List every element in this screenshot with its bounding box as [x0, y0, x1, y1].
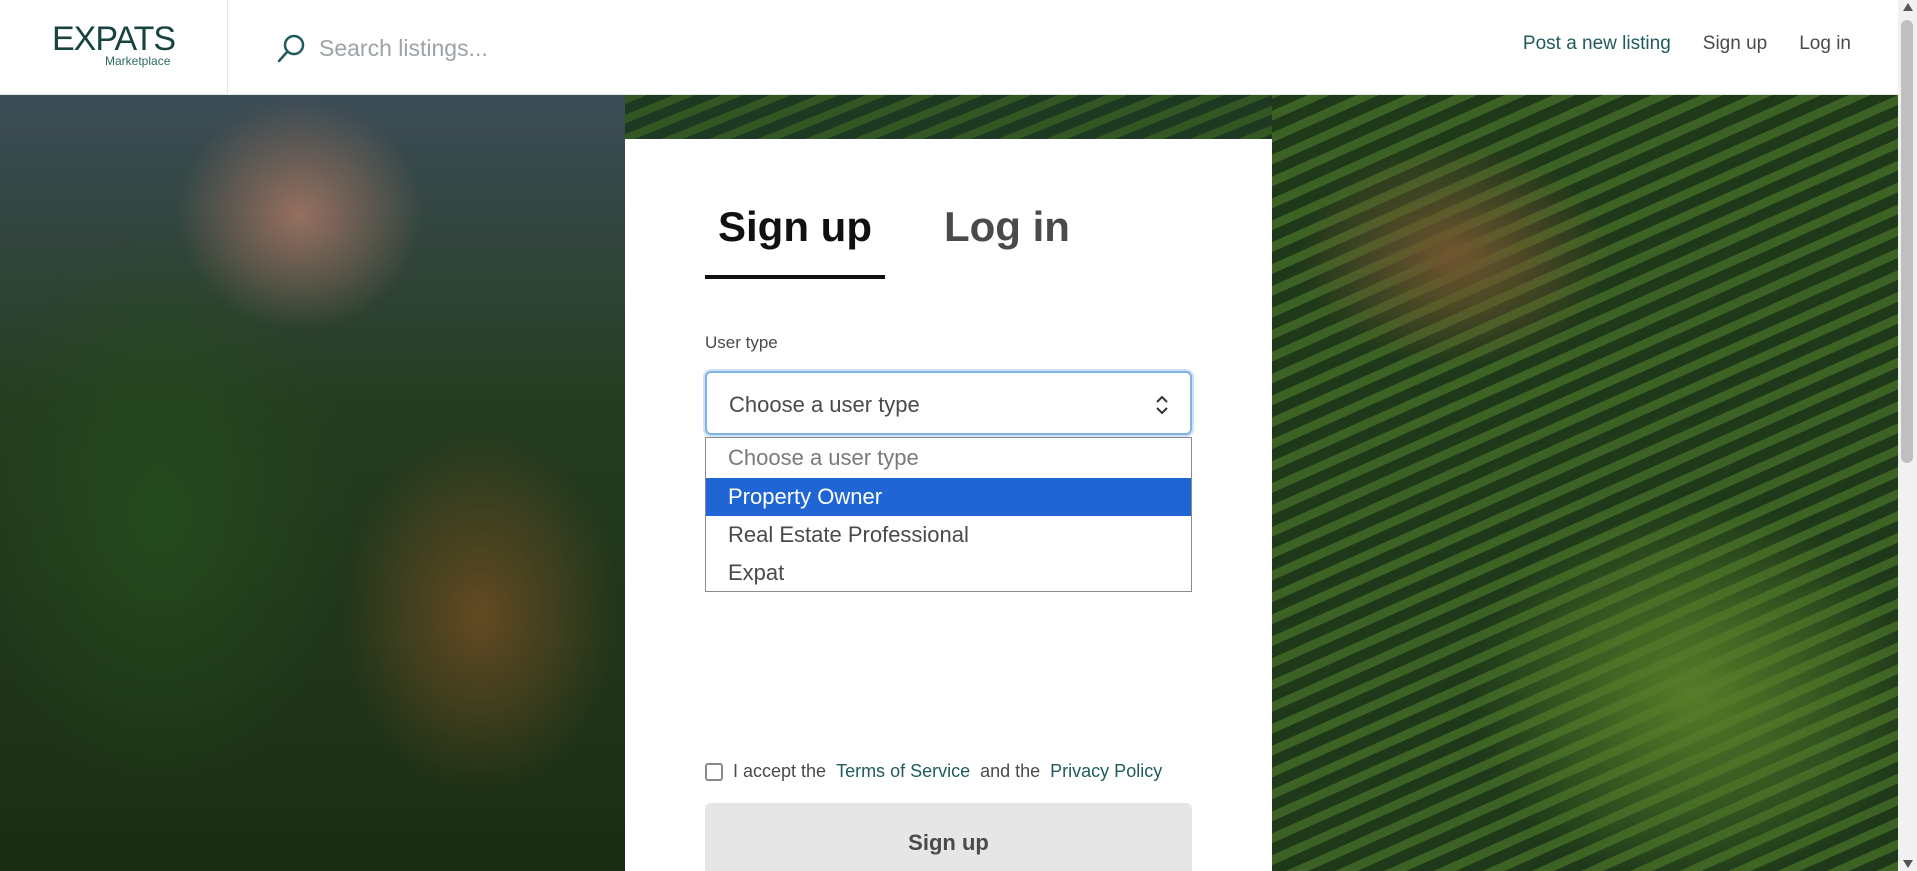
signup-submit-button[interactable]: Sign up	[705, 803, 1192, 871]
user-type-selected-value: Choose a user type	[729, 392, 920, 417]
privacy-policy-link[interactable]: Privacy Policy	[1050, 761, 1162, 782]
scroll-up-arrow-icon[interactable]	[1903, 3, 1913, 11]
scroll-down-arrow-icon[interactable]	[1903, 860, 1913, 868]
option-property-owner[interactable]: Property Owner	[706, 478, 1191, 516]
tab-sign-up[interactable]: Sign up	[705, 203, 885, 279]
terms-of-service-link[interactable]: Terms of Service	[836, 761, 970, 782]
signup-link[interactable]: Sign up	[1703, 33, 1767, 55]
user-type-label: User type	[705, 333, 778, 352]
tab-log-in[interactable]: Log in	[931, 203, 1083, 279]
option-expat[interactable]: Expat	[706, 554, 1191, 591]
login-link[interactable]: Log in	[1799, 33, 1851, 55]
select-arrows-icon	[1156, 395, 1168, 415]
option-choose-user-type[interactable]: Choose a user type	[706, 438, 1191, 478]
auth-tabs: Sign up Log in	[705, 203, 1083, 279]
page-scrollbar[interactable]	[1898, 0, 1917, 871]
terms-checkbox[interactable]	[705, 762, 723, 781]
terms-acceptance: I accept the Terms of Service and the Pr…	[705, 761, 1162, 782]
search-input[interactable]	[319, 28, 919, 68]
logo[interactable]: EXPATS Marketplace	[0, 0, 228, 95]
search-icon[interactable]	[276, 32, 308, 64]
user-type-select[interactable]: Choose a user type	[705, 371, 1192, 435]
top-navigation-bar: EXPATS Marketplace Post a new listing Si…	[0, 0, 1898, 95]
terms-prefix-text: I accept the	[733, 761, 827, 781]
search-bar	[276, 28, 976, 68]
option-real-estate-professional[interactable]: Real Estate Professional	[706, 516, 1191, 554]
auth-card: Sign up Log in User type Choose a user t…	[625, 139, 1272, 871]
scroll-thumb[interactable]	[1901, 20, 1913, 463]
post-listing-link[interactable]: Post a new listing	[1523, 33, 1671, 55]
logo-sub-text: Marketplace	[105, 54, 171, 68]
header-nav: Post a new listing Sign up Log in	[1523, 33, 1851, 55]
user-type-dropdown-list: Choose a user type Property Owner Real E…	[705, 437, 1192, 592]
terms-middle-text: and the	[980, 761, 1041, 781]
